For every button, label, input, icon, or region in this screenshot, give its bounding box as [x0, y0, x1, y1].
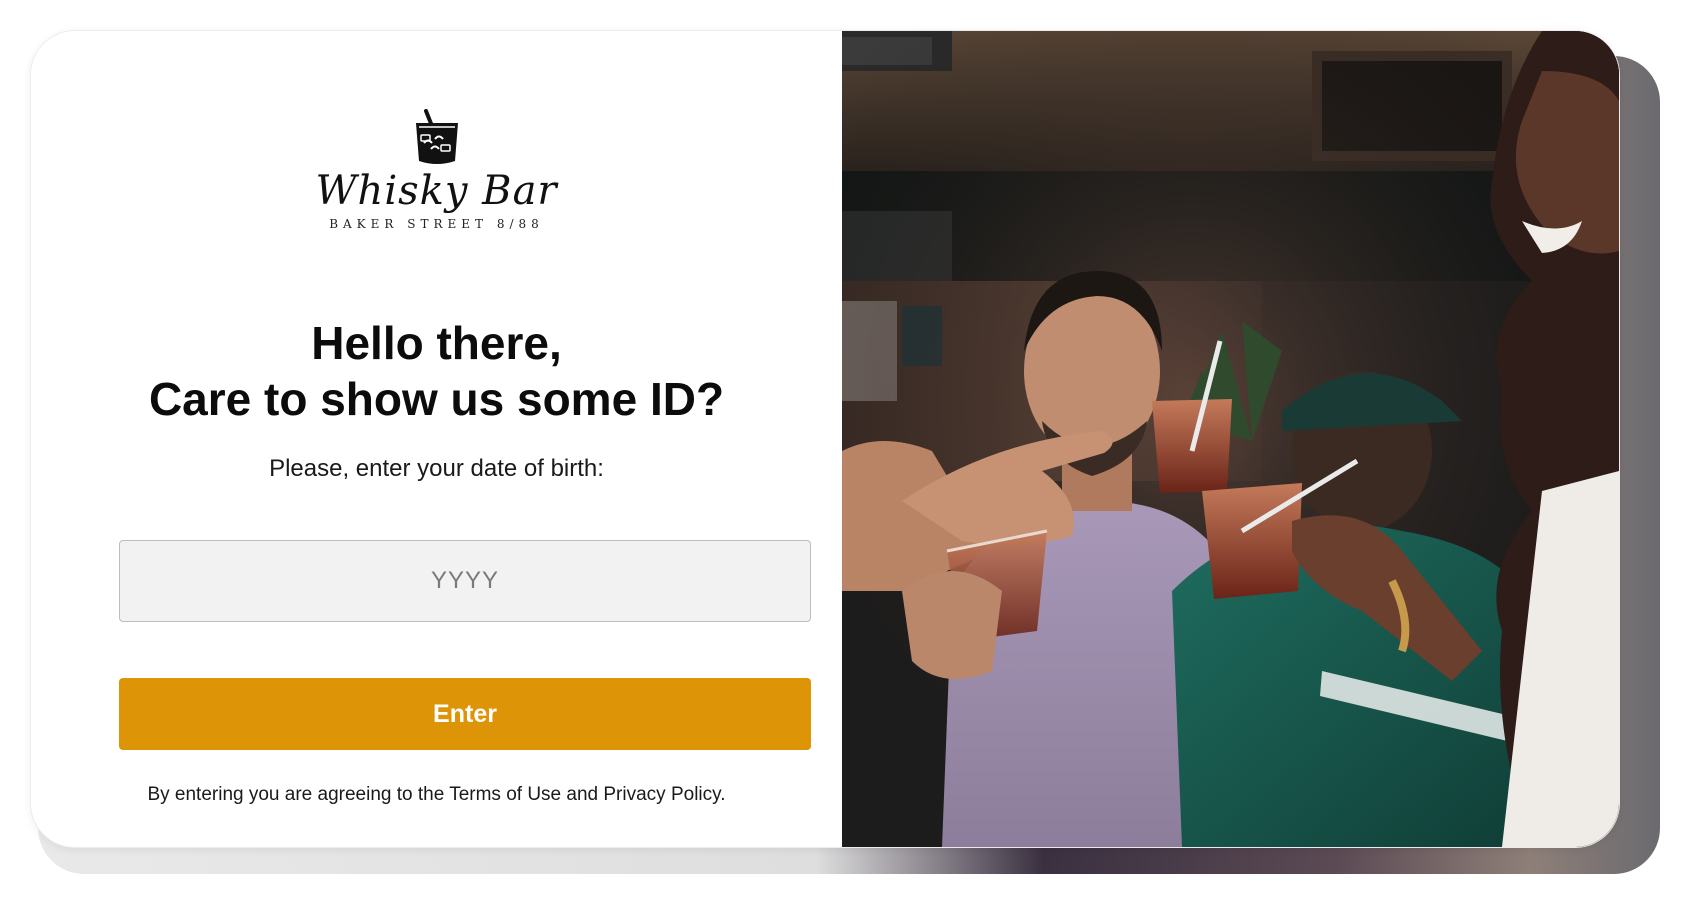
enter-button[interactable]: Enter [119, 678, 811, 750]
whisky-glass-icon [415, 109, 458, 164]
terms-notice: By entering you are agreeing to the Term… [147, 784, 726, 805]
age-gate-stage: Whisky Bar BAKER STREET 8/88 Hello there… [0, 0, 1692, 904]
age-verification-panel: Whisky Bar BAKER STREET 8/88 Hello there… [31, 31, 842, 847]
brand-logo: Whisky Bar BAKER STREET 8/88 [31, 109, 842, 231]
bar-photo-panel [842, 31, 1619, 847]
age-verification-card: Whisky Bar BAKER STREET 8/88 Hello there… [31, 31, 1619, 847]
birth-year-input[interactable] [119, 540, 811, 622]
dob-prompt: Please, enter your date of birth: [269, 455, 604, 482]
page-title: Hello there, Care to show us some ID? [31, 315, 842, 427]
heading-line-1: Hello there, [311, 317, 562, 369]
bar-patrons-toasting-photo [842, 31, 1619, 847]
brand-name: Whisky Bar [315, 168, 558, 214]
heading-line-2: Care to show us some ID? [148, 373, 725, 425]
brand-subtitle: BAKER STREET 8/88 [329, 217, 544, 231]
